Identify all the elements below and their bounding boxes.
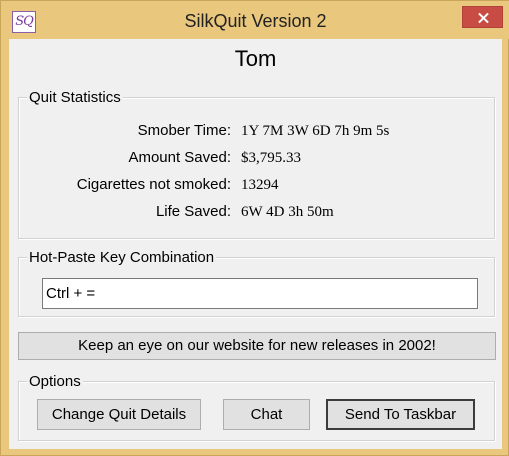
hotkey-input[interactable] bbox=[42, 278, 478, 309]
amount-saved-value: $3,795.33 bbox=[241, 150, 301, 166]
smober-time-label: Smober Time: bbox=[137, 122, 231, 139]
smober-time-value: 1Y 7M 3W 6D 7h 9m 5s bbox=[241, 123, 390, 139]
amount-saved-label: Amount Saved: bbox=[128, 149, 231, 166]
quit-statistics-legend: Quit Statistics bbox=[27, 89, 123, 106]
life-saved-value: 6W 4D 3h 50m bbox=[241, 204, 334, 220]
title-bar[interactable]: SQ SilkQuit Version 2 bbox=[1, 1, 509, 39]
user-name: Tom bbox=[234, 46, 277, 71]
options-group: Options Change Quit Details Chat Send To… bbox=[18, 373, 495, 441]
client-area: Tom Quit Statistics Smober Time: 1Y 7M 3… bbox=[9, 39, 502, 449]
send-to-taskbar-button[interactable]: Send To Taskbar bbox=[326, 399, 475, 430]
cigarettes-not-smoked-value: 13294 bbox=[241, 177, 279, 193]
change-quit-details-button[interactable]: Change Quit Details bbox=[37, 399, 201, 430]
hotkey-legend: Hot-Paste Key Combination bbox=[27, 249, 217, 266]
life-saved-label: Life Saved: bbox=[155, 203, 231, 220]
close-icon[interactable] bbox=[462, 6, 503, 28]
hotkey-group: Hot-Paste Key Combination bbox=[18, 249, 495, 317]
window-title: SilkQuit Version 2 bbox=[184, 11, 327, 31]
quit-statistics-group: Quit Statistics Smober Time: 1Y 7M 3W 6D… bbox=[18, 89, 495, 239]
chat-button[interactable]: Chat bbox=[223, 399, 310, 430]
silkquit-window: SQ SilkQuit Version 2 Tom Quit Statistic… bbox=[0, 0, 509, 456]
options-legend: Options bbox=[27, 373, 83, 390]
cigarettes-not-smoked-label: Cigarettes not smoked: bbox=[76, 176, 231, 193]
website-button[interactable]: Keep an eye on our website for new relea… bbox=[18, 332, 496, 360]
